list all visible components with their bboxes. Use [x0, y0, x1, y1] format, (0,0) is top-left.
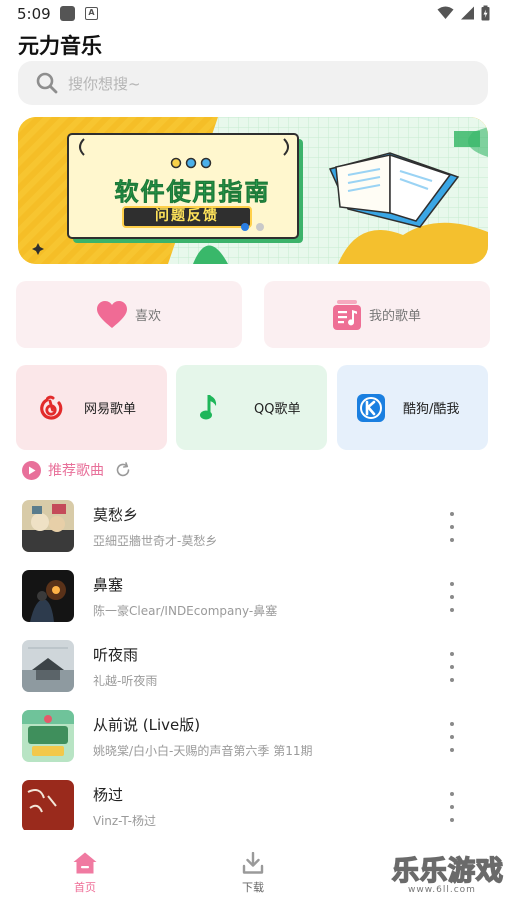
album-cover	[22, 710, 74, 762]
heart-icon	[96, 300, 127, 328]
home-icon	[73, 852, 97, 874]
app-title: 元力音乐	[18, 34, 102, 58]
song-artist: 亞細亞牆世奇才-莫愁乡	[93, 534, 218, 548]
song-item[interactable]: 鼻塞 陈一豪Clear/INDEcompany-鼻塞	[0, 570, 506, 640]
status-bar: 5:09 A	[0, 0, 506, 28]
download-icon	[242, 852, 264, 874]
song-item[interactable]: 莫愁乡 亞細亞牆世奇才-莫愁乡	[0, 500, 506, 570]
watermark-text: 乐乐游戏	[391, 855, 504, 888]
carousel-indicator[interactable]	[256, 223, 264, 231]
kugou-playlist-label: 酷狗/酷我	[403, 402, 460, 417]
netease-music-icon	[40, 395, 63, 420]
song-title: 听夜雨	[93, 646, 139, 664]
status-time: 5:09	[17, 5, 51, 23]
favorites-label: 喜欢	[134, 309, 161, 324]
watermark: 乐乐游戏 www.6ll.com	[391, 849, 504, 899]
section-title: 推荐歌曲	[48, 463, 104, 479]
more-options-icon[interactable]	[446, 722, 458, 752]
qq-music-icon	[200, 394, 217, 419]
song-artist: Vinz-T-杨过	[93, 814, 156, 828]
nav-home-label: 首页	[74, 881, 96, 894]
song-title: 从前说 (Live版)	[93, 716, 201, 734]
more-options-icon[interactable]	[446, 512, 458, 542]
banner-title: 软件使用指南	[114, 178, 271, 207]
my-playlists-label: 我的歌单	[368, 309, 421, 324]
search-bar[interactable]: 搜你想搜~	[18, 61, 488, 105]
recommended-header: 推荐歌曲	[22, 460, 131, 480]
album-cover	[22, 640, 74, 692]
refresh-icon[interactable]	[115, 462, 131, 478]
song-item[interactable]: 杨过 Vinz-T-杨过	[0, 780, 506, 830]
battery-icon	[481, 5, 490, 21]
song-item[interactable]: 从前说 (Live版) 姚晓棠/白小白-天赐的声音第六季 第11期	[0, 710, 506, 780]
netease-playlist-label: 网易歌单	[84, 402, 137, 417]
notification-icon	[60, 6, 75, 21]
kugou-icon	[357, 393, 385, 422]
more-options-icon[interactable]	[446, 792, 458, 822]
song-item[interactable]: 听夜雨 礼越-听夜雨	[0, 640, 506, 710]
album-cover	[22, 500, 74, 552]
play-circle-icon	[22, 460, 41, 480]
my-playlists-card[interactable]: 我的歌单	[264, 281, 490, 348]
song-title: 杨过	[93, 786, 124, 804]
search-placeholder: 搜你想搜~	[68, 74, 141, 93]
album-cover	[22, 780, 74, 830]
banner-carousel[interactable]: 软件使用指南 问题反馈	[18, 117, 488, 264]
netease-playlist-card[interactable]: 网易歌单	[16, 365, 167, 450]
more-options-icon[interactable]	[446, 652, 458, 682]
app-notification-icon: A	[85, 7, 98, 20]
song-title: 莫愁乡	[93, 506, 139, 524]
playlist-icon	[332, 299, 361, 330]
wifi-icon	[437, 6, 454, 19]
qq-playlist-label: QQ歌单	[254, 402, 301, 417]
song-artist: 礼越-听夜雨	[93, 674, 158, 688]
nav-home[interactable]: 首页	[55, 852, 115, 895]
nav-download-label: 下载	[242, 881, 264, 894]
song-artist: 陈一豪Clear/INDEcompany-鼻塞	[93, 604, 278, 618]
carousel-indicator-active[interactable]	[241, 223, 249, 231]
kugou-playlist-card[interactable]: 酷狗/酷我	[337, 365, 488, 450]
song-artist: 姚晓棠/白小白-天赐的声音第六季 第11期	[93, 744, 313, 758]
search-icon	[36, 72, 58, 94]
more-options-icon[interactable]	[446, 582, 458, 612]
qq-playlist-card[interactable]: QQ歌单	[176, 365, 327, 450]
signal-icon	[461, 6, 474, 20]
watermark-url: www.6ll.com	[408, 885, 476, 895]
favorites-card[interactable]: 喜欢	[16, 281, 242, 348]
nav-download[interactable]: 下载	[223, 852, 283, 895]
song-title: 鼻塞	[93, 576, 124, 594]
album-cover	[22, 570, 74, 622]
banner-feedback-button[interactable]: 问题反馈	[122, 206, 252, 228]
